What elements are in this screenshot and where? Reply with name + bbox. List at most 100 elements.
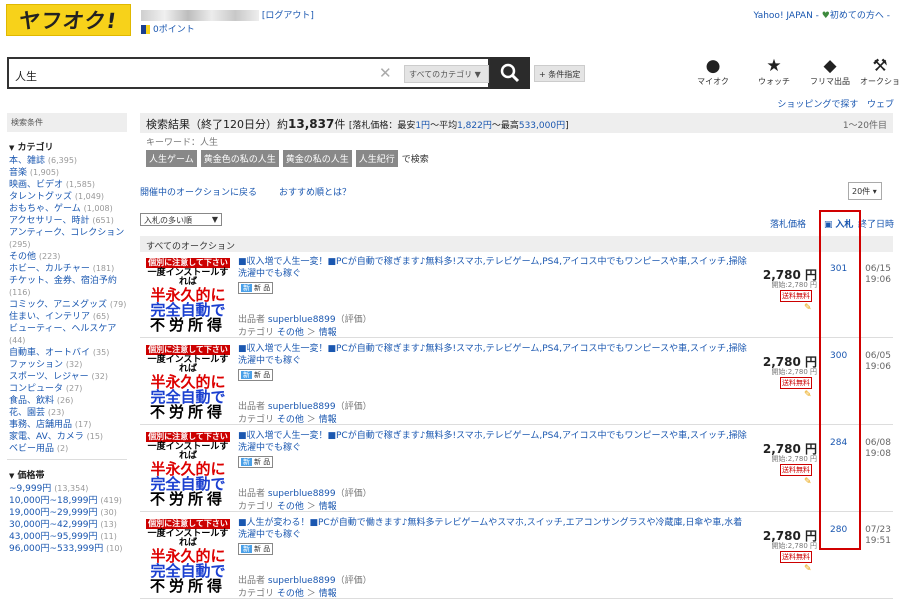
sidebar-category-item[interactable]: 自動車、オートバイ (35) bbox=[7, 347, 127, 359]
item-thumbnail[interactable]: 個別に注意して下さい 一度インストールすれば 半永久的に 完全自動で 不労所得 bbox=[144, 432, 232, 509]
sidebar-category-item[interactable]: 本、雑誌 (6,395) bbox=[7, 155, 127, 167]
category-link[interactable]: その他 bbox=[277, 328, 304, 338]
category-name[interactable]: スポーツ、レジャー bbox=[9, 372, 89, 382]
category-name[interactable]: その他 bbox=[9, 252, 36, 262]
item-title-link[interactable]: ■収入増で人生一変！■PCが自動で稼ぎます♪無料多!スマホ,テレビゲーム,PS4… bbox=[238, 430, 748, 454]
category-link[interactable]: 情報 bbox=[319, 589, 337, 599]
sort-select[interactable]: 入札の多い順 ▼ bbox=[140, 213, 222, 226]
sidebar-category-item[interactable]: ベビー用品 (2) bbox=[7, 443, 127, 455]
category-link[interactable]: 情報 bbox=[319, 328, 337, 338]
sidebar-category-item[interactable]: スポーツ、レジャー (32) bbox=[7, 371, 127, 383]
search-button[interactable] bbox=[490, 57, 530, 89]
category-name[interactable]: ビューティー、ヘルスケア bbox=[9, 324, 116, 334]
per-page-select[interactable]: 20件 ▾ bbox=[848, 182, 882, 200]
related-tag[interactable]: 黄金の私の人生 bbox=[282, 150, 352, 167]
category-name[interactable]: コンピュータ bbox=[9, 384, 63, 394]
seller-link[interactable]: superblue8899 bbox=[268, 576, 336, 586]
web-search-link[interactable]: ウェブ bbox=[867, 100, 894, 110]
seller-link[interactable]: superblue8899 bbox=[268, 315, 336, 325]
sidebar-category-item[interactable]: タレントグッズ (1,049) bbox=[7, 191, 127, 203]
item-thumbnail[interactable]: 個別に注意して下さい 一度インストールすれば 半永久的に 完全自動で 不労所得 bbox=[144, 258, 232, 335]
rating-link[interactable]: （評価） bbox=[336, 489, 372, 499]
shopping-search-link[interactable]: ショッピングで探す bbox=[777, 100, 858, 110]
seller-link[interactable]: superblue8899 bbox=[268, 402, 336, 412]
sidebar-category-item[interactable]: 花、園芸 (23) bbox=[7, 407, 127, 419]
first-time-link[interactable]: 初めての方へ bbox=[830, 11, 884, 21]
category-name[interactable]: 家電、AV、カメラ bbox=[9, 432, 84, 442]
category-name[interactable]: チケット、金券、宿泊予約 bbox=[9, 276, 117, 286]
sidebar-category-item[interactable]: 食品、飲料 (26) bbox=[7, 395, 127, 407]
category-name[interactable]: 食品、飲料 bbox=[9, 396, 54, 406]
recommend-help-link[interactable]: おすすめ順とは？ bbox=[279, 185, 351, 198]
category-link[interactable]: その他 bbox=[277, 502, 304, 512]
category-name[interactable]: タレントグッズ bbox=[9, 192, 72, 202]
category-select[interactable]: すべてのカテゴリ ▼ bbox=[404, 65, 489, 83]
sidebar-category-item[interactable]: コンピュータ (27) bbox=[7, 383, 127, 395]
category-name[interactable]: ホビー、カルチャー bbox=[9, 264, 90, 274]
related-tag[interactable]: 黄金色の私の人生 bbox=[200, 150, 279, 167]
category-link[interactable]: その他 bbox=[277, 589, 304, 599]
category-link[interactable]: 情報 bbox=[319, 415, 337, 425]
advanced-search-button[interactable]: + 条件指定 bbox=[534, 65, 586, 82]
sidebar-price-item[interactable]: 30,000円~42,999円 (13) bbox=[7, 519, 127, 531]
sidebar-category-item[interactable]: 事務、店舗用品 (17) bbox=[7, 419, 127, 431]
category-name[interactable]: 自動車、オートバイ bbox=[9, 348, 90, 358]
sidebar-price-item[interactable]: 43,000円~95,999円 (11) bbox=[7, 531, 127, 543]
rating-link[interactable]: （評価） bbox=[336, 402, 372, 412]
sidebar-category-item[interactable]: 家電、AV、カメラ (15) bbox=[7, 431, 127, 443]
related-tag[interactable]: 人生紀行 bbox=[355, 150, 398, 167]
sidebar-category-item[interactable]: チケット、金券、宿泊予約 (116) bbox=[7, 275, 127, 299]
category-name[interactable]: アンティーク、コレクション bbox=[9, 228, 124, 238]
item-title-link[interactable]: ■収入増で人生一変！■PCが自動で稼ぎます♪無料多!スマホ,テレビゲーム,PS4… bbox=[238, 343, 748, 367]
price-range-name[interactable]: 19,000円~29,999円 bbox=[9, 508, 98, 518]
category-name[interactable]: 住まい、インテリア bbox=[9, 312, 90, 322]
back-to-open-link[interactable]: 開催中のオークションに戻る bbox=[140, 185, 257, 198]
category-name[interactable]: ベビー用品 bbox=[9, 444, 54, 454]
price-range-name[interactable]: 43,000円~95,999円 bbox=[9, 532, 98, 542]
sidebar-price-item[interactable]: 96,000円~533,999円 (10) bbox=[7, 543, 127, 555]
yahoo-japan-link[interactable]: Yahoo! JAPAN bbox=[753, 11, 812, 21]
sidebar-price-item[interactable]: ~9,999円 (13,354) bbox=[7, 483, 127, 495]
category-name[interactable]: 音楽 bbox=[9, 168, 27, 178]
sidebar-price-item[interactable]: 19,000円~29,999円 (30) bbox=[7, 507, 127, 519]
sidebar-category-item[interactable]: おもちゃ、ゲーム (1,008) bbox=[7, 203, 127, 215]
item-title-link[interactable]: ■収入増で人生一変！■PCが自動で稼ぎます♪無料多!スマホ,テレビゲーム,PS4… bbox=[238, 256, 748, 280]
sidebar-category-item[interactable]: 住まい、インテリア (65) bbox=[7, 311, 127, 323]
sidebar-category-item[interactable]: アンティーク、コレクション (295) bbox=[7, 227, 127, 251]
sidebar-category-item[interactable]: ファッション (32) bbox=[7, 359, 127, 371]
points-link[interactable]: 0ポイント bbox=[141, 22, 195, 35]
price-range-name[interactable]: 30,000円~42,999円 bbox=[9, 520, 98, 530]
nav-auction-sell[interactable]: ⚒ オークショ bbox=[860, 56, 900, 87]
category-name[interactable]: 花、園芸 bbox=[9, 408, 45, 418]
category-name[interactable]: コミック、アニメグッズ bbox=[9, 300, 107, 310]
sidebar-price-item[interactable]: 10,000円~18,999円 (419) bbox=[7, 495, 127, 507]
clear-icon[interactable]: ✕ bbox=[379, 64, 392, 82]
item-thumbnail[interactable]: 個別に注意して下さい 一度インストールすれば 半永久的に 完全自動で 不労所得 bbox=[144, 345, 232, 422]
sidebar-category-item[interactable]: ホビー、カルチャー (181) bbox=[7, 263, 127, 275]
sidebar-category-item[interactable]: ビューティー、ヘルスケア (44) bbox=[7, 323, 127, 347]
rating-link[interactable]: （評価） bbox=[336, 315, 372, 325]
rating-link[interactable]: （評価） bbox=[336, 576, 372, 586]
related-tag[interactable]: 人生ゲーム bbox=[146, 150, 197, 167]
seller-link[interactable]: superblue8899 bbox=[268, 489, 336, 499]
category-name[interactable]: 事務、店舗用品 bbox=[9, 420, 72, 430]
yahuoku-logo[interactable]: ヤフオク! bbox=[6, 4, 131, 36]
nav-myauction[interactable]: ● マイオク bbox=[693, 56, 733, 87]
category-link[interactable]: その他 bbox=[277, 415, 304, 425]
sidebar-category-item[interactable]: アクセサリー、時計 (651) bbox=[7, 215, 127, 227]
item-title-link[interactable]: ■人生が変わる！■PCが自動で働きます♪無料多テレビゲームやスマホ,スイッチ,エ… bbox=[238, 517, 748, 541]
category-name[interactable]: 映画、ビデオ bbox=[9, 180, 63, 190]
price-range-name[interactable]: 10,000円~18,999円 bbox=[9, 496, 98, 506]
logout-link[interactable]: [ログアウト] bbox=[262, 11, 314, 21]
sidebar-category-item[interactable]: コミック、アニメグッズ (79) bbox=[7, 299, 127, 311]
price-range-name[interactable]: ~9,999円 bbox=[9, 484, 51, 494]
category-name[interactable]: アクセサリー、時計 bbox=[9, 216, 89, 226]
col-end-header[interactable]: 終了日時 bbox=[858, 217, 894, 230]
item-thumbnail[interactable]: 個別に注意して下さい 一度インストールすれば 半永久的に 完全自動で 不労所得 bbox=[144, 519, 232, 596]
category-name[interactable]: おもちゃ、ゲーム bbox=[9, 204, 81, 214]
price-range-name[interactable]: 96,000円~533,999円 bbox=[9, 544, 103, 554]
category-name[interactable]: ファッション bbox=[9, 360, 63, 370]
nav-watch[interactable]: ★ ウォッチ bbox=[754, 56, 794, 87]
col-price-header[interactable]: 落札価格 bbox=[770, 217, 806, 230]
sidebar-category-item[interactable]: その他 (223) bbox=[7, 251, 127, 263]
